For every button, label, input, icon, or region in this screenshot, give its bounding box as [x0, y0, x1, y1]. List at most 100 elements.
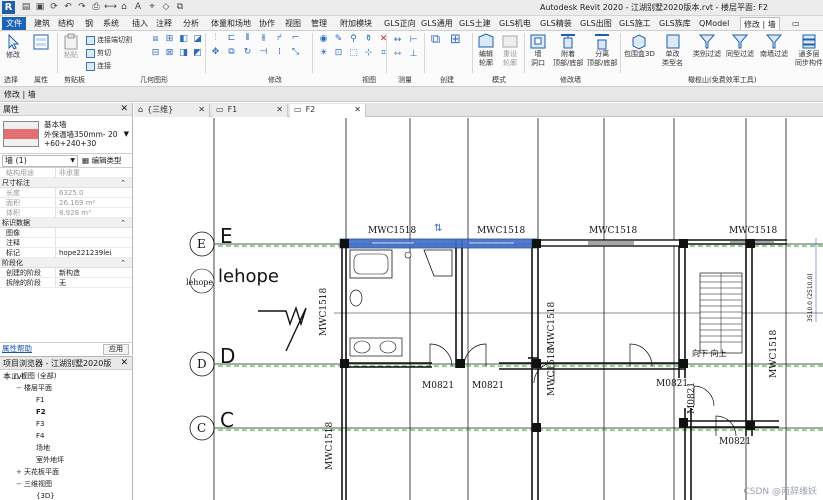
array-icon[interactable]: ⁞ — [274, 47, 285, 58]
print-icon[interactable]: ⎙ — [90, 1, 102, 13]
unpin-icon[interactable]: ⚱ — [363, 34, 374, 45]
shower[interactable] — [423, 249, 453, 277]
type-selector[interactable]: 基本墙 外保温墙350mm- 20 +60+240+30 ▼ — [0, 116, 132, 154]
override-icon[interactable]: ✎ — [333, 34, 344, 45]
property-value[interactable]: 无 — [56, 278, 132, 287]
save-icon[interactable]: ▣ — [34, 1, 46, 13]
reset-profile-button[interactable]: 重设 轮廓 — [500, 32, 520, 68]
align-icon[interactable]: ⫶ — [210, 33, 221, 44]
browser-node[interactable]: 室外地坪 — [0, 454, 132, 466]
dimension-icon[interactable]: ⊢ — [408, 35, 419, 46]
property-section[interactable]: 尺寸标注 ⌃ — [0, 178, 132, 188]
browser-node[interactable]: F2 — [0, 406, 132, 418]
menu-tab[interactable]: GLS族库 — [659, 17, 691, 30]
menu-tab[interactable]: 系统 — [103, 17, 119, 30]
category-filter-button[interactable]: 类别过滤 — [693, 32, 721, 59]
view-tab[interactable]: ▭ F2 ✕ — [290, 104, 366, 117]
menu-tab[interactable]: 注释 — [156, 17, 172, 30]
menu-tab[interactable]: 体量和场地 — [211, 17, 251, 30]
revit-logo-icon[interactable]: R — [2, 1, 15, 14]
structural-column[interactable] — [532, 423, 541, 432]
menu-tab[interactable]: GLS机电 — [499, 17, 531, 30]
same-type-filter-button[interactable]: 同型过滤 — [726, 32, 754, 59]
drawing-canvas[interactable]: E E D D C Clehope lehope ⇅ MWC1518 MWC1518 MWC1518… — [134, 118, 823, 500]
pin-icon[interactable]: ⚲ — [348, 34, 359, 45]
view-tab[interactable]: ⌂ {三维} ✕ — [134, 104, 210, 117]
properties-help-link[interactable]: 属性帮助 — [2, 343, 32, 355]
menu-tab[interactable]: GLS土建 — [459, 17, 491, 30]
structural-column[interactable] — [746, 239, 755, 248]
collapse-icon[interactable]: − — [4, 370, 12, 382]
redo-icon[interactable]: ↷ — [76, 1, 88, 13]
mirror-draw-icon[interactable]: ⫵ — [258, 33, 269, 44]
structural-column[interactable] — [679, 359, 688, 368]
move-icon[interactable]: ✥ — [210, 47, 221, 58]
modify-button[interactable]: 修改 — [3, 33, 23, 60]
collapse-icon[interactable]: ⌃ — [120, 178, 126, 188]
cut-geometry-icon[interactable]: ◨ — [178, 48, 189, 59]
create-parts-icon[interactable]: ⬚ — [348, 48, 359, 59]
browser-node[interactable]: F3 — [0, 418, 132, 430]
cut-button[interactable]: 剪切 — [86, 48, 111, 58]
sync-levels-button[interactable]: 通多层 同步构件 — [795, 32, 823, 68]
collapse-icon[interactable]: − — [16, 382, 24, 394]
structural-column[interactable] — [532, 359, 541, 368]
property-value[interactable] — [56, 238, 132, 247]
instance-filter-select[interactable]: 墙 (1) ▼ — [2, 155, 78, 167]
demolish-icon[interactable]: ⊠ — [164, 48, 175, 59]
folder-icon[interactable]: ▤ — [20, 1, 32, 13]
close-icon[interactable]: ✕ — [198, 104, 205, 116]
scale-icon[interactable]: ⤡ — [290, 47, 301, 58]
trim-extend-icon[interactable]: ⊣ — [258, 47, 269, 58]
menu-tab[interactable]: 修改 | 墙 — [740, 17, 780, 30]
split-icon[interactable]: ⌿ — [274, 33, 285, 44]
browser-node[interactable]: − 三维视图 — [0, 478, 132, 490]
expand-icon[interactable]: + — [16, 466, 24, 478]
section-icon[interactable]: ◇ — [160, 1, 172, 13]
menu-tab[interactable]: 钢 — [85, 17, 93, 30]
menu-tab[interactable]: GLS通用 — [421, 17, 453, 30]
browser-node[interactable]: F1 — [0, 394, 132, 406]
bbox-3d-button[interactable]: 包围盒3D — [624, 32, 655, 59]
menu-tab[interactable]: GLS正向 — [384, 17, 416, 30]
collapse-icon[interactable]: ⌃ — [120, 218, 126, 228]
offset-icon[interactable]: ⊏ — [226, 33, 237, 44]
remove-paint-icon[interactable]: ◩ — [192, 48, 203, 59]
collapse-icon[interactable]: ⌃ — [120, 258, 126, 268]
property-section[interactable]: 阶段化 ⌃ — [0, 258, 132, 268]
close-views-icon[interactable]: ⧉ — [174, 1, 186, 13]
measure-between-icon[interactable]: ↔ — [392, 35, 403, 46]
menu-tab[interactable]: 文件 — [2, 17, 26, 30]
measure-along-icon[interactable]: ⇿ — [392, 49, 403, 60]
menu-tab[interactable]: GLS精装 — [540, 17, 572, 30]
browser-node[interactable]: {3D} — [0, 490, 132, 500]
structural-column[interactable] — [679, 239, 688, 248]
paste-button[interactable]: 粘贴 — [61, 33, 81, 60]
south-wall-filter-button[interactable]: 南墙过滤 — [760, 32, 788, 59]
selected-wall[interactable] — [339, 238, 539, 249]
create-similar-icon[interactable]: ⧉ — [430, 33, 441, 46]
detach-button[interactable]: 分离 顶部/底部 — [587, 32, 617, 68]
join-geometry-icon[interactable]: ⊞ — [164, 34, 175, 45]
menu-tab[interactable]: 协作 — [259, 17, 275, 30]
door-swing[interactable] — [715, 415, 737, 437]
mirror-axis-icon[interactable]: ⫴ — [242, 33, 253, 44]
create-group-icon[interactable]: ⊞ — [450, 33, 461, 46]
close-icon[interactable]: ✕ — [120, 357, 128, 370]
menu-tab[interactable]: QModel — [699, 17, 729, 30]
structural-column[interactable] — [340, 239, 349, 248]
group-icon[interactable]: ⊡ — [333, 48, 344, 59]
floor-plan[interactable]: E ED DC Clehope lehope⇅MWC1518 MWC1518 MWC1518… — [134, 118, 823, 500]
menu-tab[interactable]: 结构 — [58, 17, 74, 30]
wall-join-icon[interactable]: ⊟ — [150, 48, 161, 59]
rotate-icon[interactable]: ↻ — [242, 47, 253, 58]
menu-tab[interactable]: 分析 — [183, 17, 199, 30]
close-icon[interactable]: ✕ — [276, 104, 283, 116]
lightbulb-icon[interactable]: ☀ — [318, 48, 329, 59]
trim-icon[interactable]: ⌐ — [290, 33, 301, 44]
structural-column[interactable] — [456, 359, 465, 368]
cope-icon[interactable]: ⧈ — [150, 34, 161, 45]
paint-icon[interactable]: ◪ — [192, 34, 203, 45]
menu-tab[interactable]: 插入 — [132, 17, 148, 30]
property-section[interactable]: 标识数据 ⌃ — [0, 218, 132, 228]
